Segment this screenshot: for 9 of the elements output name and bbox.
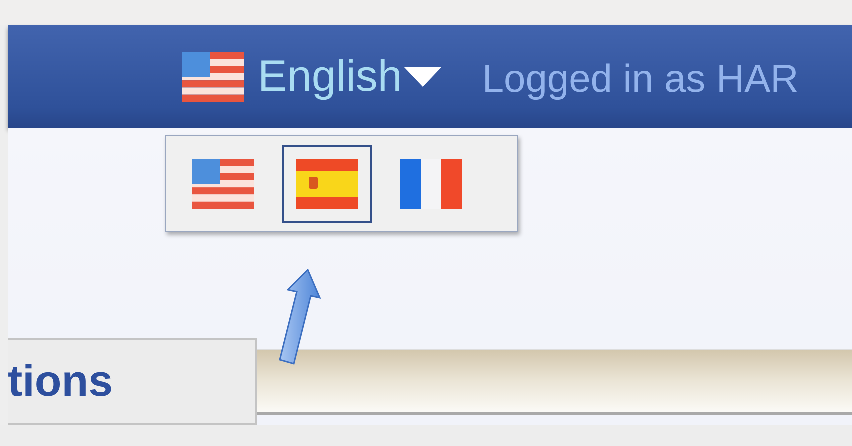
flag-icon (296, 158, 358, 208)
language-option[interactable] (282, 144, 372, 222)
tab[interactable]: tions (8, 338, 257, 425)
flag-icon (192, 158, 254, 208)
flag-icon (400, 158, 462, 208)
logged-in-text: Logged in as HAR (482, 58, 799, 102)
language-selector[interactable]: English (244, 52, 442, 102)
caret-icon (404, 66, 442, 86)
flag-icon (182, 52, 244, 102)
